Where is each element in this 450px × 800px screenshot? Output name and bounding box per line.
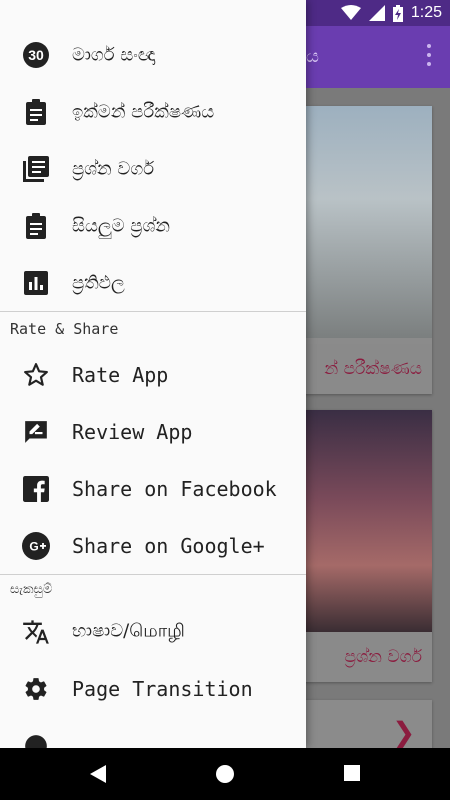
drawer-item-label: Share on Google+ xyxy=(72,533,265,558)
rate-share-header: Rate & Share xyxy=(10,320,119,338)
wifi-icon xyxy=(340,5,361,20)
card-caption: න් පරීක්ෂණය xyxy=(300,344,432,394)
drawer-item-label: සියලුම ප්‍රශ්න xyxy=(72,215,170,236)
drawer-item-quick-test[interactable]: ඉක්මන් පරීක්ෂණය xyxy=(0,83,306,140)
drawer-item-label: Rate App xyxy=(72,362,169,387)
battery-charging-icon xyxy=(392,4,403,22)
clipboard-icon xyxy=(22,212,50,240)
chevron-right-icon[interactable]: ❯ xyxy=(392,716,415,749)
drawer-item-question-types[interactable]: ප්‍රශ්න වර්ග xyxy=(0,140,306,197)
drawer-item-results[interactable]: ප්‍රතිඵල xyxy=(0,254,306,311)
library-books-icon xyxy=(22,155,50,183)
drawer-item-review-app[interactable]: Review App xyxy=(0,403,306,460)
settings-header: සැකසුම් xyxy=(10,581,53,597)
google-plus-icon: G xyxy=(22,531,50,560)
quick-test-card[interactable]: න් පරීක්ෂණය xyxy=(300,106,432,394)
translate-icon xyxy=(22,618,50,646)
drawer-item-rate-app[interactable]: Rate App xyxy=(0,346,306,403)
card-image xyxy=(300,106,432,338)
drawer-item-more[interactable] xyxy=(0,717,306,748)
status-time: 1:25 xyxy=(410,4,442,21)
star-outline-icon xyxy=(22,361,50,389)
drawer-item-page-transition[interactable]: Page Transition xyxy=(0,660,306,717)
drawer-item-share-facebook[interactable]: Share on Facebook xyxy=(0,460,306,517)
svg-text:G: G xyxy=(29,539,38,553)
app-title: ය xyxy=(306,46,319,67)
drawer-item-share-google-plus[interactable]: G Share on Google+ xyxy=(0,517,306,574)
clipboard-icon xyxy=(22,98,50,126)
info-icon xyxy=(22,732,50,748)
card-caption: ප්‍රශ්න වර්ග xyxy=(300,632,432,682)
signal-icon xyxy=(368,5,385,21)
facebook-icon xyxy=(22,475,50,503)
drawer-item-road-signs[interactable]: 30 මාර්ග සංඥා xyxy=(0,26,306,83)
drawer-item-label: ප්‍රතිඵල xyxy=(72,272,125,293)
question-types-card[interactable]: ප්‍රශ්න වර්ග xyxy=(300,410,432,682)
thirty-badge-icon: 30 xyxy=(22,41,50,69)
gear-icon xyxy=(22,675,50,703)
home-icon[interactable] xyxy=(215,764,235,784)
drawer-item-label: Review App xyxy=(72,419,193,444)
drawer-item-label: ඉක්මන් පරීක්ෂණය xyxy=(72,101,215,122)
card-image xyxy=(300,410,432,632)
drawer-item-label: මාර්ග සංඥා xyxy=(72,44,156,65)
drawer-item-language[interactable]: භාෂාව/மொழி xyxy=(0,603,306,660)
status-icons: 1:25 xyxy=(340,3,442,23)
svg-text:30: 30 xyxy=(28,47,44,63)
overflow-menu-button[interactable] xyxy=(426,44,432,66)
drawer-item-label: භාෂාව/மொழி xyxy=(72,620,185,641)
bar-chart-icon xyxy=(22,269,50,297)
rate-review-icon xyxy=(22,418,50,446)
drawer-item-label: Page Transition xyxy=(72,676,253,701)
recents-icon[interactable] xyxy=(343,764,361,782)
navigation-drawer: 30 මාර්ග සංඥා ඉක්මන් පරීක්ෂණය ප්‍රශ්න වර… xyxy=(0,0,306,748)
drawer-item-all-questions[interactable]: සියලුම ප්‍රශ්න xyxy=(0,197,306,254)
system-nav-bar xyxy=(0,748,450,800)
drawer-item-label: Share on Facebook xyxy=(72,476,277,501)
drawer-item-label: ප්‍රශ්න වර්ග xyxy=(72,158,155,179)
back-icon[interactable] xyxy=(89,764,107,784)
